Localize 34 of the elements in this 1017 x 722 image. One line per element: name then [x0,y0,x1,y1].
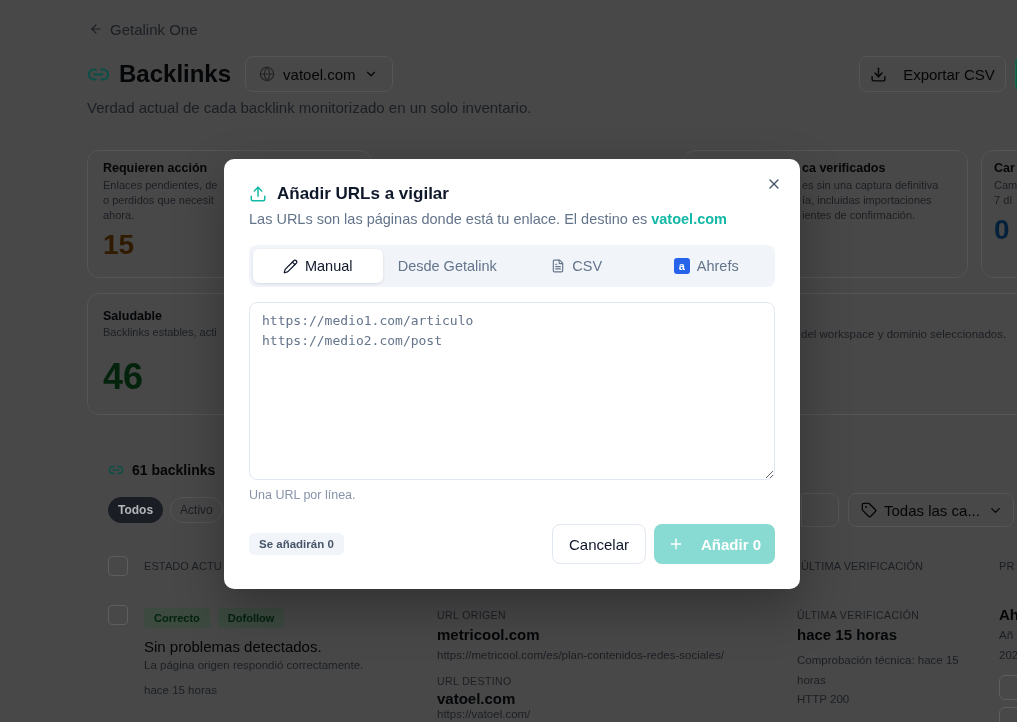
page-title: Backlinks [119,59,232,89]
tag-icon [861,502,877,518]
plus-icon [668,536,684,552]
count-chip: Se añadirán 0 [249,533,344,555]
cancel-button[interactable]: Cancelar [552,524,646,564]
stat-title: Requieren acción [103,161,208,175]
urls-field[interactable]: https://medio1.com/articulo https://medio2.com/post [249,302,775,480]
search-field[interactable] [801,493,839,527]
globe-icon [259,66,276,82]
source-domain: metricool.com [437,626,540,644]
stat-value: 46 [103,357,144,397]
stat-value: 0 [994,214,1010,246]
tab[interactable]: Manual [253,249,383,283]
upload-icon [249,185,267,203]
tab[interactable]: CSV [512,249,642,283]
stat-title: ca verificados [802,161,886,175]
tab[interactable]: a Ahrefs [641,249,771,283]
stat-title: Car [994,161,1015,175]
check-time: hace 15 horas [797,626,898,644]
dialog-subtitle: Las URLs son las páginas donde está tu enlace. El destino es vatoel.com [249,210,727,229]
stat-title: Saludable [103,309,163,323]
status-title: Sin problemas detectados. [144,638,322,656]
filter-chip[interactable]: Todos [108,497,164,523]
target-domain: vatoel.com [437,690,516,708]
stat-value: 15 [103,229,135,261]
file-icon [551,259,566,273]
tab[interactable]: Desde Getalink [382,249,512,283]
field-hint: Una URL por línea. [249,487,356,503]
pencil-icon [282,258,298,274]
backlinks-count: 61 backlinks [132,462,216,478]
download-icon [870,65,888,83]
dialog-title: Añadir URLs a vigilar [277,183,449,205]
logo-icon: a [673,258,690,274]
status-badge: Correcto [144,608,210,628]
